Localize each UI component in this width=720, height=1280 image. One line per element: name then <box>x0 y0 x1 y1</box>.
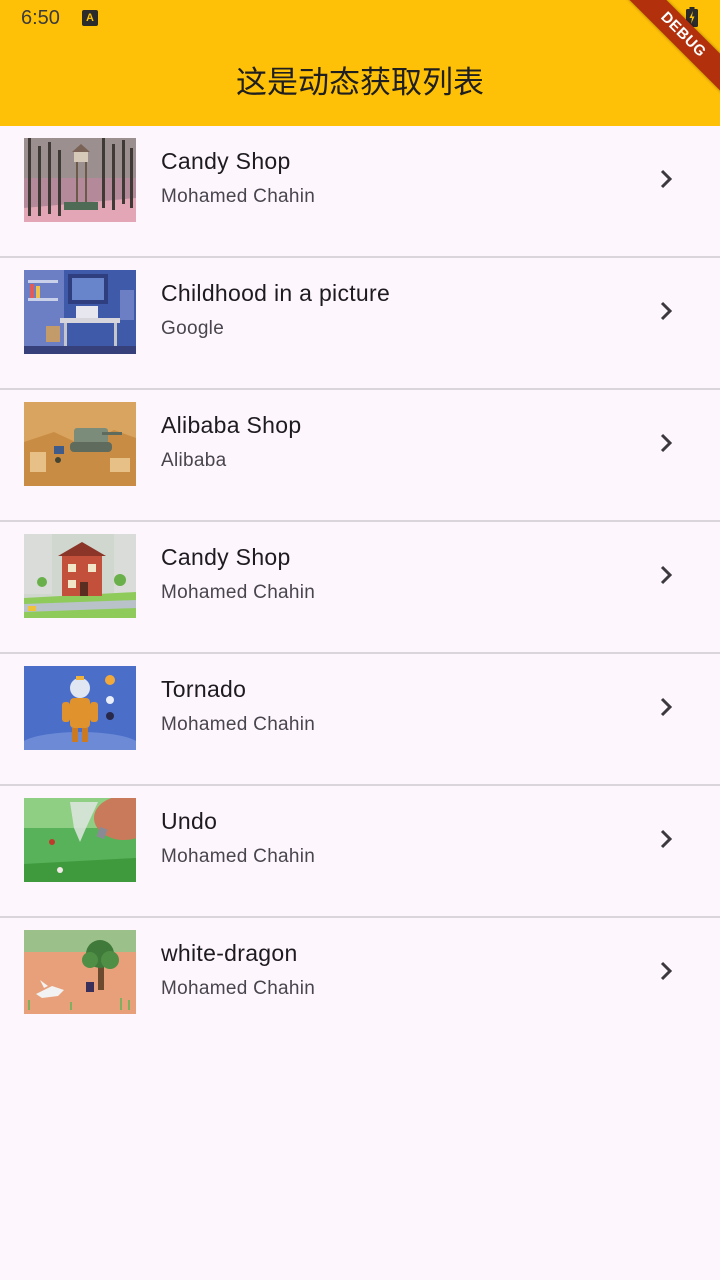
list-item[interactable]: white-dragon Mohamed Chahin <box>0 918 720 1050</box>
a-notification-icon: A <box>82 10 98 26</box>
list-item[interactable]: Candy Shop Mohamed Chahin <box>0 522 720 654</box>
item-title: Childhood in a picture <box>161 280 391 306</box>
status-time: 6:50 <box>21 7 60 29</box>
tree-dragon-image <box>24 930 136 1014</box>
item-subtitle: Google <box>161 318 225 339</box>
list-item[interactable]: Alibaba Shop Alibaba <box>0 390 720 522</box>
item-subtitle: Mohamed Chahin <box>161 846 316 867</box>
forest-watchtower-image <box>24 138 136 222</box>
chevron-right-icon <box>660 565 673 585</box>
status-bar: 6:50 A <box>0 0 720 38</box>
page-title: 这是动态获取列表 <box>236 65 484 101</box>
chevron-right-icon <box>660 301 673 321</box>
chevron-right-icon <box>660 697 673 717</box>
app-bar: 6:50 A 这是动态获取列表 DEBUG <box>0 0 720 126</box>
item-title: Undo <box>161 808 218 834</box>
item-title: Tornado <box>161 676 247 702</box>
list-item[interactable]: Candy Shop Mohamed Chahin <box>0 126 720 258</box>
robot-figure-image <box>24 666 136 750</box>
item-title: Alibaba Shop <box>161 412 302 438</box>
item-subtitle: Mohamed Chahin <box>161 714 316 735</box>
item-subtitle: Mohamed Chahin <box>161 978 316 999</box>
desk-room-image <box>24 270 136 354</box>
image-list: Candy Shop Mohamed Chahin Childhood in a… <box>0 126 720 1050</box>
chevron-right-icon <box>660 433 673 453</box>
item-subtitle: Alibaba <box>161 450 227 471</box>
item-subtitle: Mohamed Chahin <box>161 582 316 603</box>
desert-tank-image <box>24 402 136 486</box>
grass-tornado-image <box>24 798 136 882</box>
item-title: Candy Shop <box>161 544 291 570</box>
list-item[interactable]: Childhood in a picture Google <box>0 258 720 390</box>
item-subtitle: Mohamed Chahin <box>161 186 316 207</box>
chevron-right-icon <box>660 169 673 189</box>
brick-house-image <box>24 534 136 618</box>
item-title: white-dragon <box>161 940 298 966</box>
list-item[interactable]: Undo Mohamed Chahin <box>0 786 720 918</box>
chevron-right-icon <box>660 961 673 981</box>
chevron-right-icon <box>660 829 673 849</box>
list-item[interactable]: Tornado Mohamed Chahin <box>0 654 720 786</box>
item-title: Candy Shop <box>161 148 291 174</box>
